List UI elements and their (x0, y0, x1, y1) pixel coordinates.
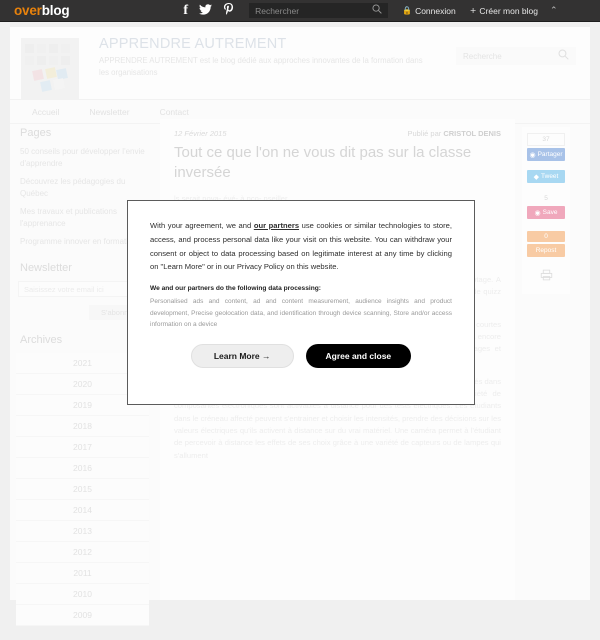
rail-spacer (522, 219, 570, 229)
nav-item-accueil[interactable]: Accueil (32, 107, 59, 117)
overblog-logo[interactable]: overblog (14, 2, 70, 18)
cookie-consent-dialog: With your agreement, we and our partners… (127, 200, 475, 405)
archive-year[interactable]: 2015 (16, 479, 149, 500)
pages-title: Pages (20, 127, 52, 139)
archive-year[interactable]: 2012 (16, 542, 149, 563)
logo-over-text: over (14, 2, 42, 18)
archive-year[interactable]: 2018 (16, 416, 149, 437)
plus-icon: + (469, 6, 477, 15)
facebook-share-button[interactable]: ◉ Partager (527, 148, 565, 161)
pinterest-save-button[interactable]: ◉ Save (527, 206, 565, 219)
search-icon[interactable] (372, 4, 382, 17)
twitter-icon: ◆ (533, 172, 540, 181)
blog-search-box[interactable]: Recherche (456, 47, 576, 65)
rail-spacer (522, 183, 570, 193)
pinterest-icon: ◉ (534, 208, 541, 217)
nav-item-contact[interactable]: Contact (160, 107, 189, 117)
page-link-1[interactable]: Découvrez les pédagogies du Québec (20, 176, 145, 200)
archive-year[interactable]: 2011 (16, 563, 149, 584)
author-name[interactable]: CRISTOL DENIS (443, 129, 501, 138)
data-processing-heading: We and our partners do the following dat… (150, 285, 321, 293)
create-blog-label: Créer mon blog (479, 5, 538, 16)
twitter-icon[interactable] (199, 3, 213, 18)
blog-avatar (21, 38, 79, 99)
pinterest-icon[interactable] (223, 2, 234, 19)
blog-title[interactable]: APPRENDRE AUTREMENT (99, 36, 287, 52)
archive-year[interactable]: 2014 (16, 500, 149, 521)
topbar-search-box[interactable]: Rechercher (249, 3, 389, 18)
print-icon[interactable] (522, 269, 570, 284)
repost-count-badge: 0 (527, 231, 565, 242)
archive-year[interactable]: 2016 (16, 458, 149, 479)
blog-description: APPRENDRE AUTREMENT est le blog dédié au… (99, 56, 423, 78)
cookie-consent-body: With your agreement, we and our partners… (150, 219, 452, 274)
twitter-share-label: Tweet (541, 173, 559, 180)
search-icon[interactable] (558, 49, 569, 63)
nav-item-newsletter[interactable]: Newsletter (89, 107, 129, 117)
pinterest-save-label: Save (542, 209, 558, 216)
create-blog-link[interactable]: + Créer mon blog (470, 6, 538, 16)
archive-year[interactable]: 2017 (16, 437, 149, 458)
archive-year[interactable]: 2009 (16, 605, 149, 626)
twitter-share-button[interactable]: ◆ Tweet (527, 170, 565, 183)
pinterest-share-count: 5 (544, 195, 548, 202)
facebook-icon[interactable]: f (183, 3, 188, 18)
our-partners-link[interactable]: our partners (254, 221, 299, 230)
archive-year[interactable]: 2013 (16, 521, 149, 542)
published-prefix: Publié par (407, 129, 444, 138)
data-processing-list: Personalised ads and content, ad and con… (150, 298, 452, 328)
blog-search-input[interactable]: Recherche (463, 52, 558, 61)
topbar-search-input[interactable]: Rechercher (255, 6, 372, 16)
article-title[interactable]: Tout ce que l'on ne vous dit pas sur la … (174, 143, 501, 184)
login-link[interactable]: 🔒 Connexion (402, 6, 456, 16)
article-meta: 12 Février 2015 Publié par CRISTOL DENIS (174, 129, 501, 138)
facebook-share-count: 37 (527, 133, 565, 146)
blog-header: APPRENDRE AUTREMENT APPRENDRE AUTREMENT … (10, 27, 590, 100)
cookie-dialog-actions: Learn More → Agree and close (150, 344, 452, 369)
repost-button[interactable]: Repost (527, 244, 565, 257)
article-date: 12 Février 2015 (174, 129, 227, 138)
agree-and-close-button[interactable]: Agree and close (305, 344, 412, 369)
chevron-up-icon[interactable]: ⌃ (550, 6, 558, 16)
archive-year[interactable]: 2010 (16, 584, 149, 605)
facebook-share-label: Partager (537, 151, 563, 158)
topbar-social-icons: f (183, 2, 234, 19)
logo-blog-text: blog (41, 2, 70, 18)
page-link-0[interactable]: 50 conseils pour développer l'envie d'ap… (20, 146, 145, 170)
learn-more-button[interactable]: Learn More → (190, 344, 294, 369)
login-label: Connexion (415, 5, 456, 16)
overblog-topbar: overblog f Rechercher 🔒 Connexion + Crée… (0, 0, 600, 22)
share-rail: 37 ◉ Partager ◆ Tweet 5 ◉ Save 0 Repost (522, 127, 570, 294)
cookie-body-part1: With your agreement, we and (150, 221, 254, 230)
article-author: Publié par CRISTOL DENIS (407, 129, 501, 138)
facebook-icon: ◉ (529, 150, 536, 159)
lock-icon: 🔒 (402, 6, 413, 15)
